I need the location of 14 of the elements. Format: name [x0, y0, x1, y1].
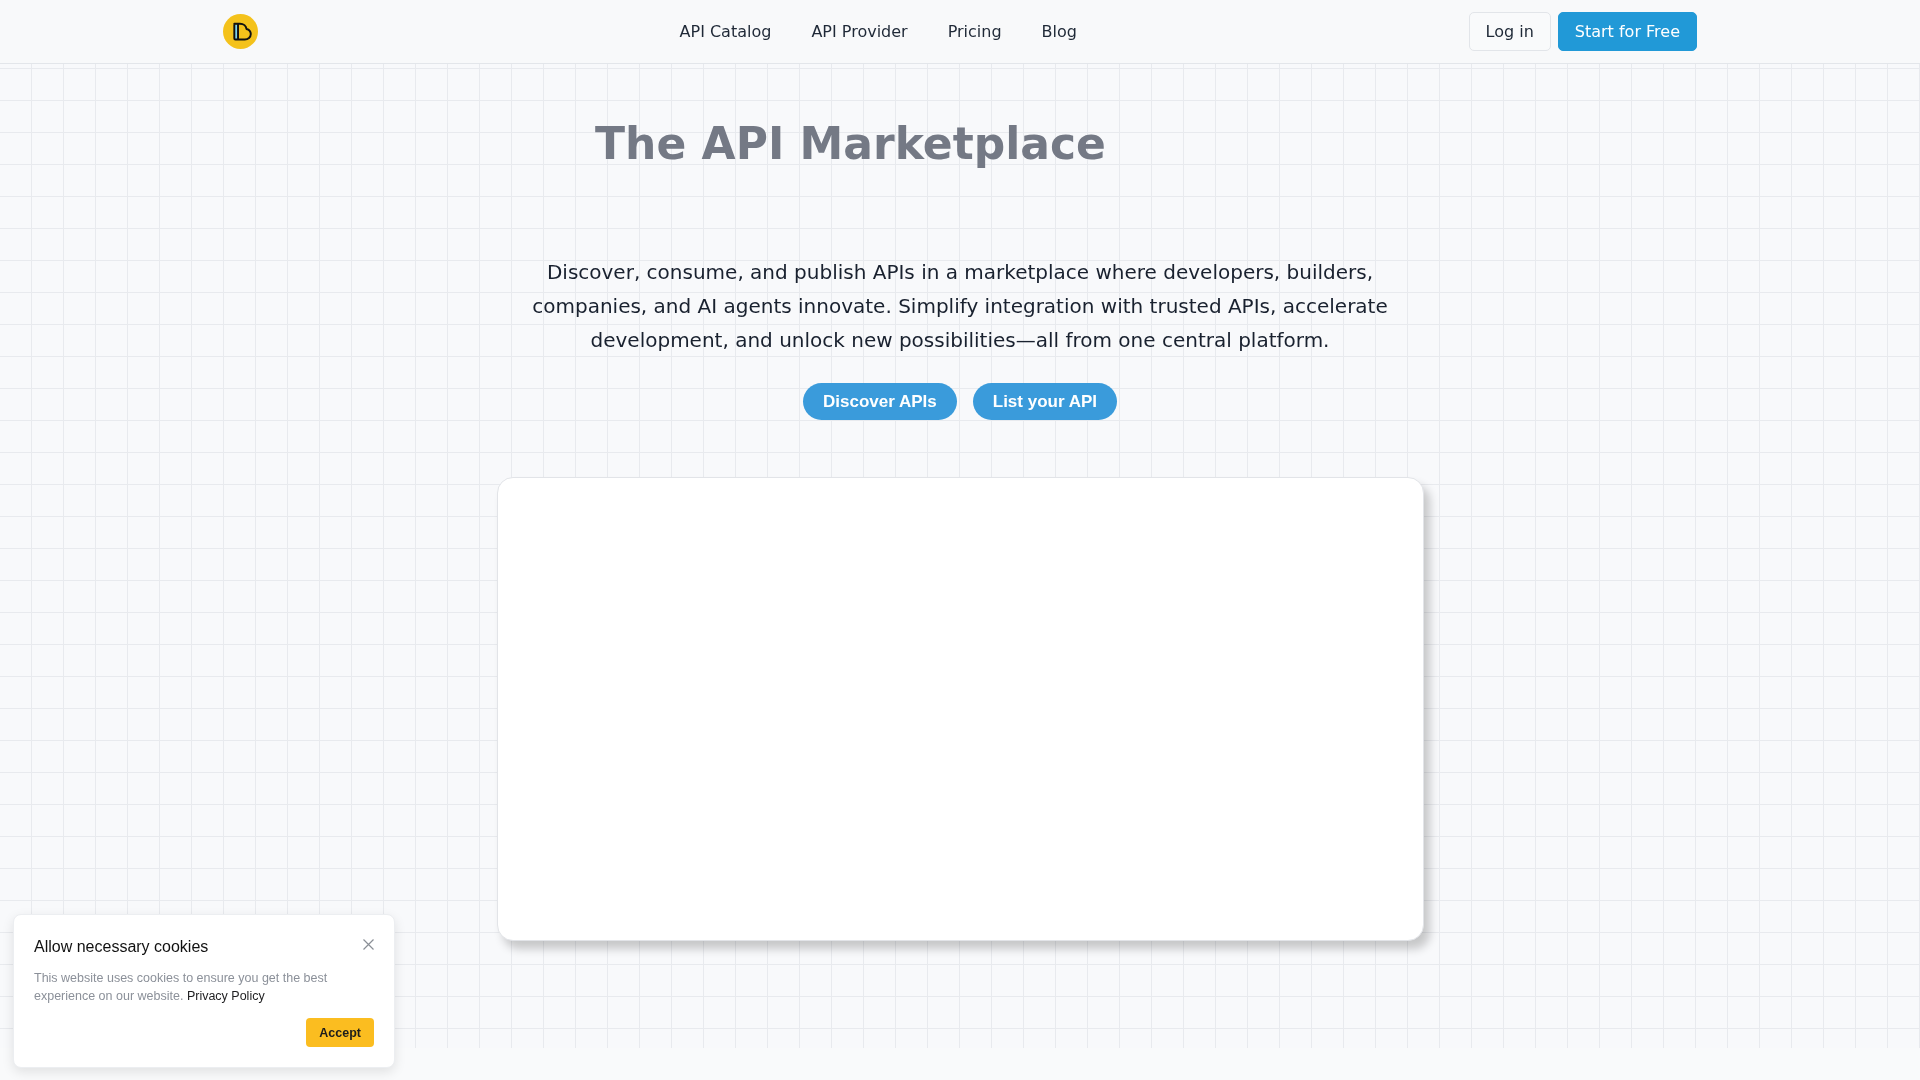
login-button[interactable]: Log in	[1468, 12, 1551, 51]
close-button[interactable]	[363, 938, 374, 950]
hero-description: Discover, consume, and publish APIs in a marketplace where developers, builders, companies, and AI agents innovate. Simplify integration with trusted APIs, accelerate development, and unlock new possibilities—all from one central platform.	[531, 259, 1389, 354]
cookie-title: Allow necessary cookies	[34, 937, 209, 957]
close-icon	[363, 938, 374, 950]
nav-link[interactable]: API Catalog	[679, 21, 772, 42]
privacy-policy-link[interactable]: Privacy Policy	[186, 989, 265, 1003]
accept-button[interactable]: Accept	[306, 1018, 374, 1047]
nav-link[interactable]: Blog	[1041, 21, 1077, 42]
logo-icon[interactable]	[223, 14, 258, 49]
nav-link[interactable]: API Provider	[811, 21, 908, 42]
cookie-message: This website uses cookies to ensure you get the best experience on our website. Privacy Policy	[34, 970, 329, 1005]
nav-link[interactable]: Pricing	[947, 21, 1002, 42]
hero-title: The API Marketplace	[595, 117, 1107, 170]
